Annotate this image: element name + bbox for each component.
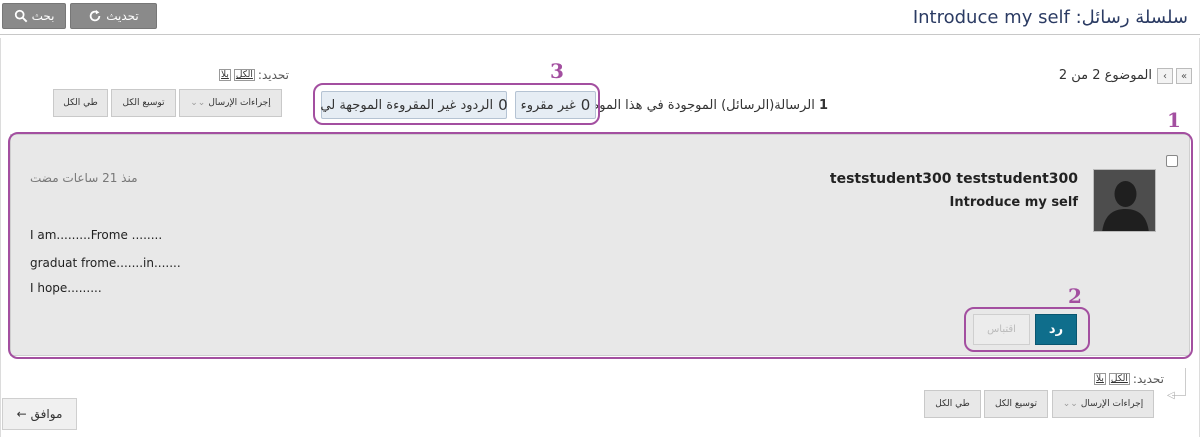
chevron-left-icon: ‹: [1163, 70, 1167, 82]
select-label: تحديد:: [257, 68, 289, 82]
message-count-text: 1 الرسالة(الرسائل) الموجودة في هذا الموض…: [574, 98, 828, 113]
thread-actions-button[interactable]: إجراءات الإرسال ⌄⌄: [179, 89, 282, 117]
message-count-label: الرسالة(الرسائل) الموجودة في هذا الموضوع: [573, 98, 815, 113]
expand-all-label: توسيع الكل: [122, 98, 165, 108]
refresh-icon: [90, 9, 101, 22]
collapse-all-label: طي الكل: [63, 98, 98, 108]
annotation-box-2: [964, 307, 1090, 352]
user-silhouette-icon: [1094, 170, 1155, 231]
refresh-button[interactable]: تحديث: [70, 3, 157, 29]
page-title: سلسلة رسائل: Introduce my self: [912, 7, 1188, 28]
thread-actions-button-bottom[interactable]: إجراءات الإرسال ⌄⌄: [1052, 390, 1154, 418]
message-checkbox[interactable]: [1166, 155, 1178, 167]
message-timestamp: منذ 21 ساعات مضت: [30, 171, 138, 185]
avatar: [1093, 169, 1156, 232]
search-button[interactable]: بحث: [2, 3, 66, 29]
select-all-link-bottom[interactable]: الكل: [1108, 373, 1130, 385]
ok-label: موافق: [30, 407, 63, 421]
collapse-all-button-bottom[interactable]: طي الكل: [924, 390, 981, 418]
select-none-link[interactable]: بلا: [219, 69, 231, 81]
topic-position: الموضوع 2 من 2: [1058, 68, 1152, 83]
annotation-box-3: [313, 83, 600, 125]
ok-button[interactable]: موافق ←: [2, 398, 77, 430]
thread-actions-label-bottom: إجراءات الإرسال: [1080, 399, 1144, 409]
collapse-all-button[interactable]: طي الكل: [53, 89, 108, 117]
message-body-line-2: graduat frome.......in.......: [30, 256, 181, 270]
arrow-left-icon-ok: ←: [16, 407, 27, 421]
message-subject: Introduce my self: [949, 195, 1078, 210]
message-body-line-3: I hope.........: [30, 281, 102, 295]
header-divider: [0, 34, 1200, 35]
collapse-all-label-bottom: طي الكل: [935, 399, 970, 409]
previous-topic-button[interactable]: ‹: [1157, 68, 1173, 84]
message-count: 1: [818, 98, 828, 113]
expand-all-label-bottom: توسيع الكل: [994, 399, 1038, 409]
double-chevron-icon: «: [1180, 70, 1188, 82]
search-button-label: بحث: [31, 9, 55, 23]
search-icon: [14, 9, 27, 23]
thread-actions-label: إجراءات الإرسال: [208, 98, 271, 108]
chevron-down-icon: ⌄⌄: [190, 98, 206, 108]
select-none-link-bottom[interactable]: بلا: [1094, 373, 1106, 385]
arrow-left-icon: ◁: [1167, 390, 1175, 401]
annotation-number-2: 2: [1068, 284, 1082, 308]
expand-all-button-bottom[interactable]: توسيع الكل: [984, 390, 1048, 418]
chevron-down-icon-bottom: ⌄⌄: [1062, 399, 1078, 409]
page: بحث تحديث سلسلة رسائل: Introduce my self…: [0, 0, 1200, 437]
message-author[interactable]: teststudent300 teststudent300: [830, 171, 1078, 187]
select-label-bottom: تحديد:: [1132, 372, 1164, 386]
annotation-number-3: 3: [550, 59, 564, 83]
annotation-number-1: 1: [1167, 108, 1181, 132]
first-topic-button[interactable]: «: [1176, 68, 1192, 84]
message-body-line-1: I am.........Frome ........: [30, 228, 163, 242]
expand-all-button[interactable]: توسيع الكل: [111, 89, 176, 117]
select-row-bottom: تحديد: الكل بلا: [1094, 372, 1164, 386]
select-all-link[interactable]: الكل: [233, 69, 255, 81]
select-row-top: تحديد: الكل بلا: [219, 68, 289, 82]
refresh-button-label: تحديث: [106, 9, 139, 23]
